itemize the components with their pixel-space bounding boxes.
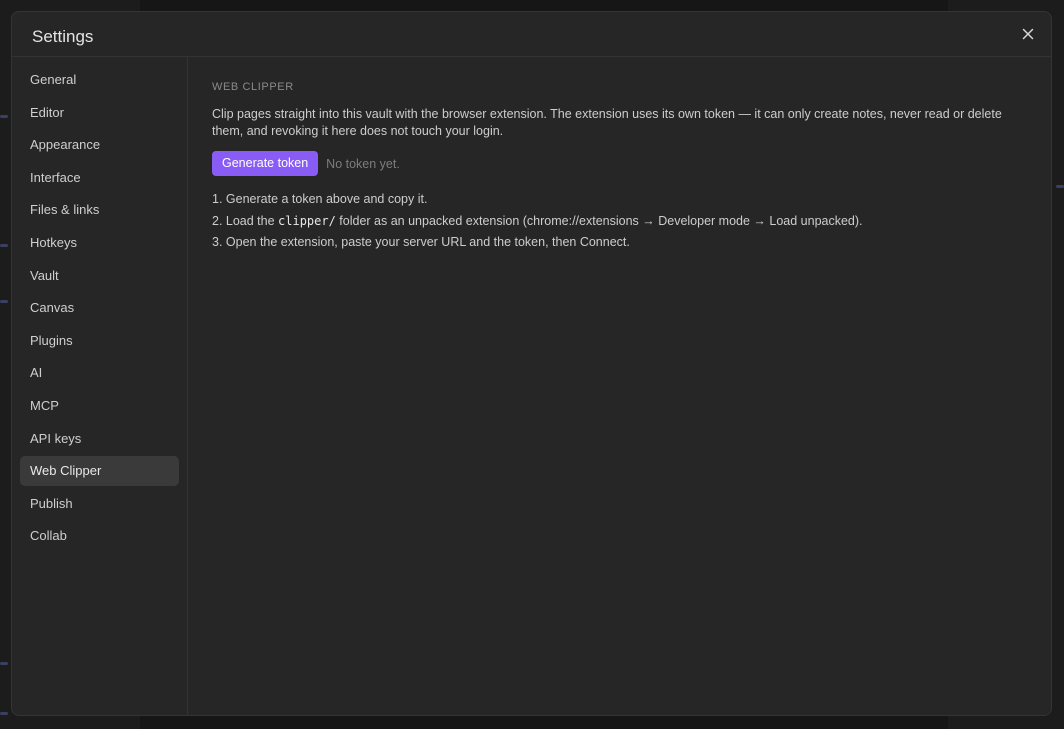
step-text: 2. Load the	[212, 213, 279, 228]
background-marker	[0, 115, 8, 118]
sidebar-item-plugins[interactable]: Plugins	[20, 326, 179, 356]
sidebar-item-mcp[interactable]: MCP	[20, 391, 179, 421]
background-marker	[0, 300, 8, 303]
step-code: clipper/	[278, 213, 336, 228]
sidebar-item-editor[interactable]: Editor	[20, 98, 179, 128]
sidebar-item-interface[interactable]: Interface	[20, 163, 179, 193]
background-marker	[0, 712, 8, 715]
close-button[interactable]	[1019, 25, 1037, 43]
background-marker	[0, 662, 8, 665]
sidebar-item-general[interactable]: General	[20, 65, 179, 95]
settings-sidebar: General Editor Appearance Interface Files & …	[12, 57, 188, 715]
modal-title: Settings	[32, 27, 94, 46]
sidebar-item-publish[interactable]: Publish	[20, 489, 179, 519]
sidebar-item-vault[interactable]: Vault	[20, 261, 179, 291]
setup-step: 2. Load the clipper/ folder as an unpack…	[212, 211, 863, 233]
section-description: Clip pages straight into this vault with…	[212, 107, 1002, 138]
setup-steps: 1. Generate a token above and copy it. 2.…	[212, 189, 863, 254]
sidebar-item-ai[interactable]: AI	[20, 358, 179, 388]
close-icon	[1022, 28, 1034, 40]
settings-modal: Settings General Editor Appearance Interfac…	[11, 11, 1052, 716]
sidebar-item-appearance[interactable]: Appearance	[20, 130, 179, 160]
sidebar-item-web-clipper[interactable]: Web Clipper	[20, 456, 179, 487]
sidebar-item-api-keys[interactable]: API keys	[20, 424, 179, 454]
generate-token-button[interactable]: Generate token	[212, 151, 319, 176]
setup-step: 3. Open the extension, paste your server…	[212, 232, 863, 254]
section-title: WEB CLIPPER	[212, 81, 294, 93]
modal-header: Settings	[12, 12, 1051, 57]
token-status: No token yet.	[326, 156, 400, 171]
background-marker	[1056, 185, 1064, 188]
sidebar-item-hotkeys[interactable]: Hotkeys	[20, 228, 179, 258]
settings-nav-list: General Editor Appearance Interface Files & …	[20, 65, 179, 554]
sidebar-item-canvas[interactable]: Canvas	[20, 293, 179, 323]
step-text: 3. Open the extension, paste your server…	[212, 235, 630, 249]
sidebar-item-files-links[interactable]: Files & links	[20, 195, 179, 225]
background-marker	[0, 244, 8, 247]
step-text: folder as an unpacked extension (chrome:…	[335, 213, 863, 228]
sidebar-item-collab[interactable]: Collab	[20, 521, 179, 551]
setup-step: 1. Generate a token above and copy it.	[212, 189, 863, 211]
token-row: Generate token No token yet.	[212, 151, 400, 176]
step-text: 1. Generate a token above and copy it.	[212, 192, 428, 206]
